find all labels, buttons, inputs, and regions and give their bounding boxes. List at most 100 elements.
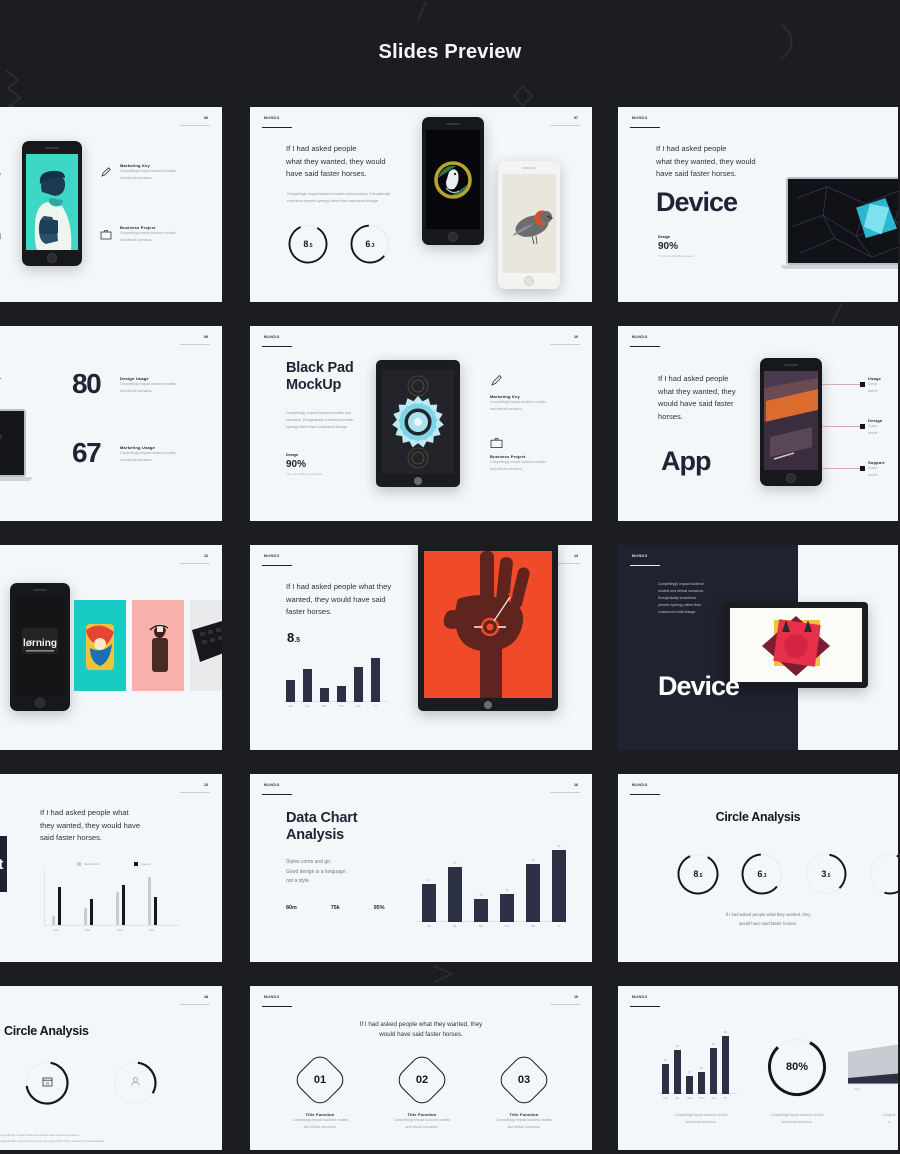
slide-circle-analysis-b[interactable]: 18 Circle Analysis 31 Compellingly impac… [0, 986, 222, 1150]
caption-line-1: If I had asked people what they wanted, … [725, 912, 811, 917]
tablet-home-button [414, 476, 422, 485]
briefcase-icon [100, 227, 112, 245]
feature-line-1: Compellingly impact backend models [490, 400, 546, 404]
stat-line-2: and ethical scenarios. [120, 457, 153, 462]
slide-circle-analysis-a[interactable]: MUNDO Circle Analysis 8.5 6.3 3.5 If I h… [618, 774, 898, 962]
slide-numbered-steps[interactable]: MUNDO 19 If I had asked people what they… [250, 986, 592, 1150]
slide-hand-tablet-chart[interactable]: MUNDO 13 If I had asked people what they… [250, 545, 592, 750]
chart-bar-teamwork [148, 877, 151, 925]
chart-bar: 41 HD [422, 879, 436, 928]
slide-gallery-phone[interactable]: 12 e ario ario lørning [0, 545, 222, 750]
panel-caption-3: Compelli a [844, 1112, 898, 1125]
phone-home-button [47, 253, 57, 263]
chart-bar: 41 HD [662, 1059, 669, 1100]
chart-bars: 41 HD 60 ML 25 MH 30 PG 63 GD 80 TY [422, 844, 566, 928]
callout-line-2: and et [868, 472, 878, 477]
chart-bar-teamwork [84, 908, 87, 925]
step-number: 03 [517, 1074, 531, 1086]
slide-body: Styles come and go. Good design is a lan… [286, 858, 386, 887]
logo-rule [262, 794, 292, 795]
header: Slides Preview [0, 0, 900, 105]
slide-logo: MUNDO [264, 116, 280, 120]
callout-dot-3 [860, 466, 865, 471]
panel-caption-2: Compellingly impact backend models and e… [742, 1112, 852, 1125]
chart-bar-label: PG [339, 704, 344, 708]
slide-black-pad-mockup[interactable]: MUNDO 10 Black Pad MockUp Compellingly i… [250, 326, 592, 521]
feature-line-2: and ethical scenarios. [490, 466, 523, 471]
chart-group-june [116, 870, 125, 925]
chart-axis-x [44, 925, 179, 926]
quote-line-2: they wanted, they would have [40, 820, 141, 830]
feature-marketing-key: Marketing Key Compellingly impact backen… [490, 394, 586, 413]
page-rule [550, 792, 580, 793]
chart-bar-agency [90, 899, 93, 925]
chart-s16-bars: 41 HD 60 ML 25 MH 30 PG 63 GD 80 TY [416, 844, 566, 932]
chart-legend-team-work: Team Work [77, 862, 99, 866]
chart-bar-value: 60 [676, 1045, 679, 1048]
slide-usage-numbers[interactable]: 09 go. anguage.. [0, 326, 222, 521]
chart-title: Chart [0, 855, 3, 873]
slide-quote: If I had asked people what they wanted, … [250, 1020, 592, 1040]
page-rule [550, 344, 580, 345]
step-number: 02 [415, 1074, 429, 1086]
step-02: 02 Title Function Compellingly impact ba… [393, 1051, 470, 1131]
step-badge: 02 [393, 1051, 451, 1109]
chart-bar-label: ML [675, 1096, 680, 1100]
slide-logo: MUNDO [264, 783, 280, 787]
tablet-screen [382, 370, 454, 474]
slide-data-chart-analysis[interactable]: MUNDO 16 Data Chart Analysis Styles come… [250, 774, 592, 962]
page-rule [180, 1004, 210, 1005]
phone-speaker [33, 589, 47, 591]
stat-decimal: .5 [294, 637, 301, 644]
callout-line-1: Comp [868, 424, 878, 428]
callout-line-3 [822, 468, 862, 469]
slide-headline: Data Chart Analysis [286, 810, 358, 843]
chart-bars: HD ML MH PG GD TY [286, 653, 380, 708]
ring-stat-85: 8.5 [287, 223, 329, 265]
chart-bar-label: PG [699, 1096, 704, 1100]
slide-device-laptop[interactable]: MUNDO If I had asked people what they wa… [618, 107, 898, 302]
svg-text:31: 31 [45, 1082, 49, 1086]
gallery-swatch-teal [74, 600, 126, 691]
chart-bar-label: GD [356, 704, 361, 708]
briefcase-icon [490, 436, 503, 454]
phone-screen [764, 371, 818, 470]
page-rule [180, 792, 210, 793]
slide-headline: Circle Analysis [4, 1022, 89, 1040]
slide-chart-grouped[interactable]: 15 Chart If I had asked people what they… [0, 774, 222, 962]
slide-quote: If I had asked people what they wanted, … [656, 143, 786, 181]
chart-s13-bars: HD ML MH PG GD TY [284, 653, 388, 709]
headline-text: Circle Analysis [4, 1024, 89, 1038]
body-line-2: scenarios. Energistically enxertinxa pre… [286, 418, 354, 422]
chart-bar-label: TY [723, 1096, 728, 1100]
slide-infographic-trio[interactable]: MUNDO 41 HD 60 ML 25 MH 30 PG 63 GD 80 TY Comp… [618, 986, 898, 1150]
slide-mobile-features[interactable]: 06 Support models arios Offer models ari… [0, 107, 222, 302]
slides-row-1: 06 Support models arios Offer models ari… [0, 107, 900, 302]
legend-swatch-agency [134, 862, 138, 866]
slide-logo: MUNDO [632, 335, 648, 339]
page-rule [180, 344, 210, 345]
chart-bar: 25 MH [474, 894, 488, 928]
slide-app-callouts[interactable]: MUNDO If I had asked people what they wa… [618, 326, 898, 521]
quote-line-1: If I had asked people what [40, 808, 129, 817]
gallery-swatch-pink [132, 600, 184, 691]
quote-line-1: If I had asked people [286, 144, 357, 153]
user-icon [130, 1074, 141, 1092]
slide-dual-phone-stats[interactable]: MUNDO 07 If I had asked people what they… [250, 107, 592, 302]
page-rule [180, 563, 210, 564]
quote-line-3: said faster horses. [40, 833, 103, 843]
stat-design-usage: 80 [72, 370, 102, 398]
step-line-2: and ethical scenarios. [303, 1124, 337, 1129]
feature-line-1: Compellingly impact backend models [120, 231, 176, 235]
chart-bar: 60 ML [674, 1045, 681, 1100]
feature-line-1: Compellingly impact backend models [490, 460, 546, 464]
phone-white-mockup [498, 161, 560, 289]
chart-bar: PG [337, 686, 346, 708]
slide-device-dark[interactable]: MUNDO Compellingly impact backend models… [618, 545, 898, 750]
pen-icon [100, 165, 112, 183]
slide-headline: App [661, 446, 711, 476]
step-badge: 01 [291, 1051, 349, 1109]
phone-mockup: lørning [10, 583, 70, 711]
step-text: Title Function Compellingly impact backe… [374, 1112, 470, 1131]
chart-bar: 25 MH [686, 1071, 693, 1100]
